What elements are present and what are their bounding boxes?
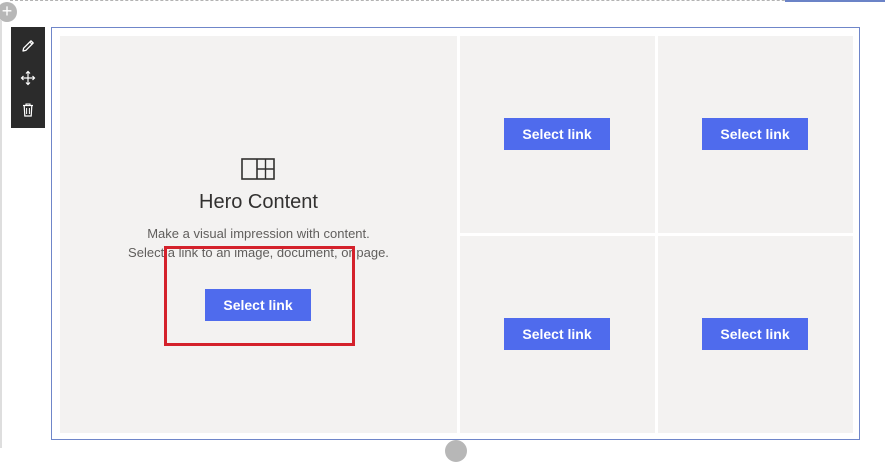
tile-4-select-link-button[interactable]: Select link (702, 318, 808, 350)
move-icon (20, 70, 36, 86)
tile-1-select-link-button[interactable]: Select link (504, 118, 610, 150)
move-button[interactable] (11, 62, 45, 94)
delete-button[interactable] (11, 94, 45, 126)
hero-title: Hero Content (199, 191, 318, 213)
tile-top-middle: Select link (460, 36, 655, 233)
webpart-toolbar (11, 27, 45, 128)
edit-button[interactable] (11, 30, 45, 62)
hero-description-line2: Select a link to an image, document, or … (128, 245, 389, 260)
canvas-left-rule (0, 20, 2, 448)
hero-webpart[interactable]: Hero Content Make a visual impression wi… (51, 27, 860, 440)
section-top-accent (785, 0, 885, 2)
tile-bottom-middle: Select link (460, 236, 655, 433)
tile-bottom-right: Select link (658, 236, 853, 433)
edit-icon (22, 40, 34, 52)
add-section-icon[interactable]: + (0, 2, 17, 22)
section-top-divider (10, 0, 885, 1)
tile-top-right: Select link (658, 36, 853, 233)
hero-tile: Hero Content Make a visual impression wi… (60, 36, 457, 433)
tile-3-select-link-button[interactable]: Select link (504, 318, 610, 350)
hero-select-link-button[interactable]: Select link (205, 289, 311, 321)
tile-2-select-link-button[interactable]: Select link (702, 118, 808, 150)
add-section-below-icon[interactable] (445, 440, 467, 462)
hero-description-line1: Make a visual impression with content. (147, 226, 370, 241)
layout-tiles-icon (241, 158, 275, 180)
delete-icon (23, 103, 33, 117)
